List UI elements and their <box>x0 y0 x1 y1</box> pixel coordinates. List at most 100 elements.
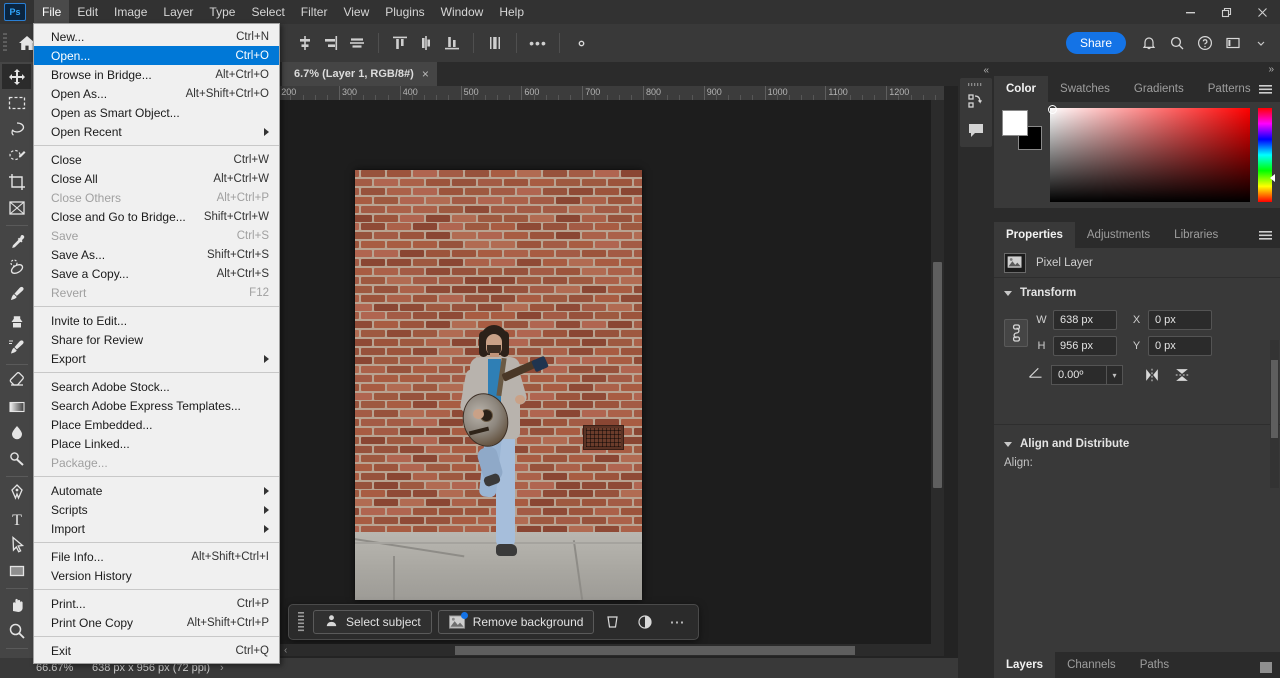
properties-scrollbar[interactable] <box>1270 340 1279 488</box>
chevron-down-icon[interactable]: ▾ <box>1107 365 1123 385</box>
lasso-tool[interactable] <box>2 117 31 142</box>
eyedropper-tool[interactable] <box>2 229 31 254</box>
menu-item-print[interactable]: Print...Ctrl+P <box>34 594 279 613</box>
spot-healing-brush-tool[interactable] <box>2 255 31 280</box>
menu-item-save-a-copy[interactable]: Save a Copy...Alt+Ctrl+S <box>34 264 279 283</box>
align-bottom-edges-icon[interactable] <box>439 30 465 56</box>
transform-warp-icon[interactable] <box>600 610 626 634</box>
tab-properties[interactable]: Properties <box>994 222 1075 248</box>
align-distribute-header[interactable]: Align and Distribute <box>994 433 1280 455</box>
menu-type[interactable]: Type <box>201 0 243 24</box>
frame-tool[interactable] <box>2 196 31 221</box>
gear-icon[interactable] <box>568 30 594 56</box>
close-document-icon[interactable]: × <box>422 67 429 81</box>
color-field[interactable] <box>1050 108 1250 202</box>
scrollbar-thumb[interactable] <box>1271 360 1278 438</box>
height-input[interactable]: 956 px <box>1053 336 1117 356</box>
menu-view[interactable]: View <box>335 0 377 24</box>
rectangular-marquee-tool[interactable] <box>2 90 31 115</box>
menu-file[interactable]: File <box>34 0 69 24</box>
menu-item-browse-in-bridge[interactable]: Browse in Bridge...Alt+Ctrl+O <box>34 65 279 84</box>
menu-item-open-as[interactable]: Open As...Alt+Shift+Ctrl+O <box>34 84 279 103</box>
chevron-down-icon[interactable] <box>1248 30 1274 56</box>
menu-item-invite-to-edit[interactable]: Invite to Edit... <box>34 311 279 330</box>
comments-icon[interactable] <box>960 116 992 144</box>
menu-item-close-and-go-to-bridge[interactable]: Close and Go to Bridge...Shift+Ctrl+W <box>34 207 279 226</box>
rectangle-tool[interactable] <box>2 559 31 584</box>
align-right-edges-icon[interactable] <box>318 30 344 56</box>
help-icon[interactable] <box>1192 30 1218 56</box>
type-tool[interactable]: T <box>2 506 31 531</box>
panel-menu-icon[interactable] <box>1260 660 1272 678</box>
color-panel-collapse-button[interactable]: » <box>994 62 1280 76</box>
distribute-horizontal-icon[interactable] <box>482 30 508 56</box>
more-options-icon[interactable]: ⋯ <box>664 610 690 634</box>
scroll-left-arrow[interactable]: ‹ <box>284 645 287 656</box>
gradient-tool[interactable] <box>2 394 31 419</box>
taskbar-drag-handle[interactable] <box>297 611 305 633</box>
path-selection-tool[interactable] <box>2 532 31 557</box>
blur-tool[interactable] <box>2 420 31 445</box>
angle-input[interactable]: 0.00º <box>1051 365 1107 385</box>
scrollbar-thumb[interactable] <box>455 646 855 655</box>
color-field-marker[interactable] <box>1048 105 1057 114</box>
menu-item-new[interactable]: New...Ctrl+N <box>34 27 279 46</box>
tab-color[interactable]: Color <box>994 76 1048 102</box>
actions-history-icon[interactable] <box>960 88 992 116</box>
close-button[interactable] <box>1244 0 1280 24</box>
panel-menu-icon[interactable] <box>1259 229 1272 247</box>
hue-slider-marker[interactable] <box>1270 174 1275 182</box>
minimize-button[interactable] <box>1172 0 1208 24</box>
menu-layer[interactable]: Layer <box>155 0 201 24</box>
menu-plugins[interactable]: Plugins <box>377 0 432 24</box>
menu-item-print-one-copy[interactable]: Print One CopyAlt+Shift+Ctrl+P <box>34 613 279 632</box>
collapse-panels-button[interactable]: « <box>958 62 994 78</box>
menu-item-automate[interactable]: Automate <box>34 481 279 500</box>
menu-item-save-as[interactable]: Save As...Shift+Ctrl+S <box>34 245 279 264</box>
menu-item-search-adobe-express-templates[interactable]: Search Adobe Express Templates... <box>34 396 279 415</box>
menu-select[interactable]: Select <box>243 0 292 24</box>
crop-tool[interactable] <box>2 169 31 194</box>
transform-section-header[interactable]: Transform <box>994 282 1280 304</box>
file-menu-dropdown[interactable]: New...Ctrl+NOpen...Ctrl+OBrowse in Bridg… <box>33 23 280 664</box>
panel-menu-icon[interactable] <box>1259 83 1272 101</box>
adjustment-layer-icon[interactable] <box>632 610 658 634</box>
width-input[interactable]: 638 px <box>1053 310 1117 330</box>
hand-tool[interactable] <box>2 592 31 617</box>
menu-item-file-info[interactable]: File Info...Alt+Shift+Ctrl+I <box>34 547 279 566</box>
document-canvas-image[interactable] <box>355 170 642 600</box>
align-top-edges-icon[interactable] <box>387 30 413 56</box>
align-vertical-center-icon[interactable] <box>292 30 318 56</box>
x-input[interactable]: 0 px <box>1148 310 1212 330</box>
menu-item-open[interactable]: Open...Ctrl+O <box>34 46 279 65</box>
menu-item-close-all[interactable]: Close AllAlt+Ctrl+W <box>34 169 279 188</box>
bell-icon[interactable] <box>1136 30 1162 56</box>
foreground-color-swatch[interactable] <box>1002 110 1028 136</box>
clone-stamp-tool[interactable] <box>2 308 31 333</box>
tab-adjustments[interactable]: Adjustments <box>1075 222 1162 248</box>
scrollbar-thumb[interactable] <box>933 262 942 488</box>
tab-libraries[interactable]: Libraries <box>1162 222 1230 248</box>
menu-image[interactable]: Image <box>106 0 155 24</box>
options-bar-gripper[interactable] <box>0 24 10 62</box>
rail-drag-handle[interactable] <box>960 81 992 88</box>
menu-filter[interactable]: Filter <box>293 0 336 24</box>
move-tool[interactable] <box>2 64 31 89</box>
share-button[interactable]: Share <box>1066 32 1126 54</box>
menu-item-import[interactable]: Import <box>34 519 279 538</box>
tab-swatches[interactable]: Swatches <box>1048 76 1122 102</box>
menu-item-close[interactable]: CloseCtrl+W <box>34 150 279 169</box>
tab-gradients[interactable]: Gradients <box>1122 76 1196 102</box>
history-brush-tool[interactable] <box>2 334 31 359</box>
menu-item-place-embedded[interactable]: Place Embedded... <box>34 415 279 434</box>
brush-tool[interactable] <box>2 282 31 307</box>
zoom-tool[interactable] <box>2 618 31 643</box>
tab-patterns[interactable]: Patterns <box>1196 76 1263 102</box>
tab-paths[interactable]: Paths <box>1128 652 1181 678</box>
object-selection-tool[interactable] <box>2 143 31 168</box>
search-icon[interactable] <box>1164 30 1190 56</box>
menu-item-share-for-review[interactable]: Share for Review <box>34 330 279 349</box>
hue-slider[interactable] <box>1258 108 1272 202</box>
more-options-button[interactable]: ••• <box>525 30 551 56</box>
tab-channels[interactable]: Channels <box>1055 652 1128 678</box>
